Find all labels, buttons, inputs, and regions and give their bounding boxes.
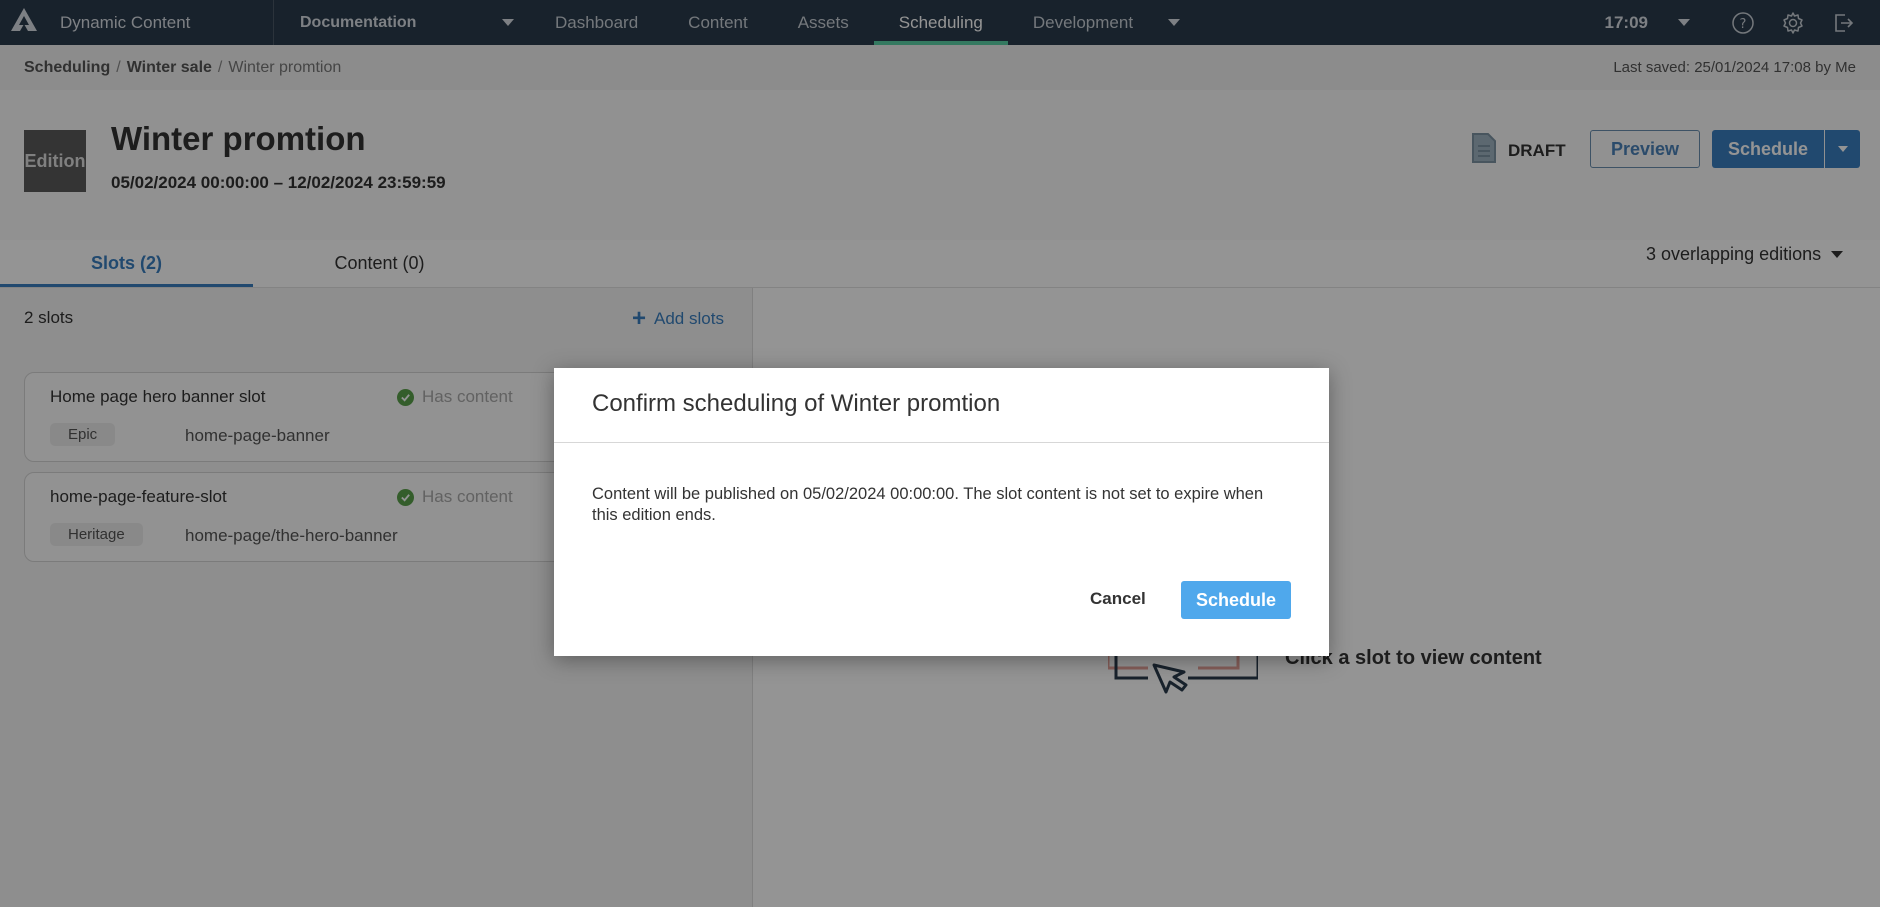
dialog-message: Content will be published on 05/02/2024 …: [592, 485, 1264, 524]
cancel-button[interactable]: Cancel: [1090, 589, 1146, 609]
dialog-title: Confirm scheduling of Winter promtion: [592, 390, 1001, 417]
dialog-divider: [554, 442, 1329, 443]
confirm-schedule-button[interactable]: Schedule: [1181, 581, 1291, 619]
